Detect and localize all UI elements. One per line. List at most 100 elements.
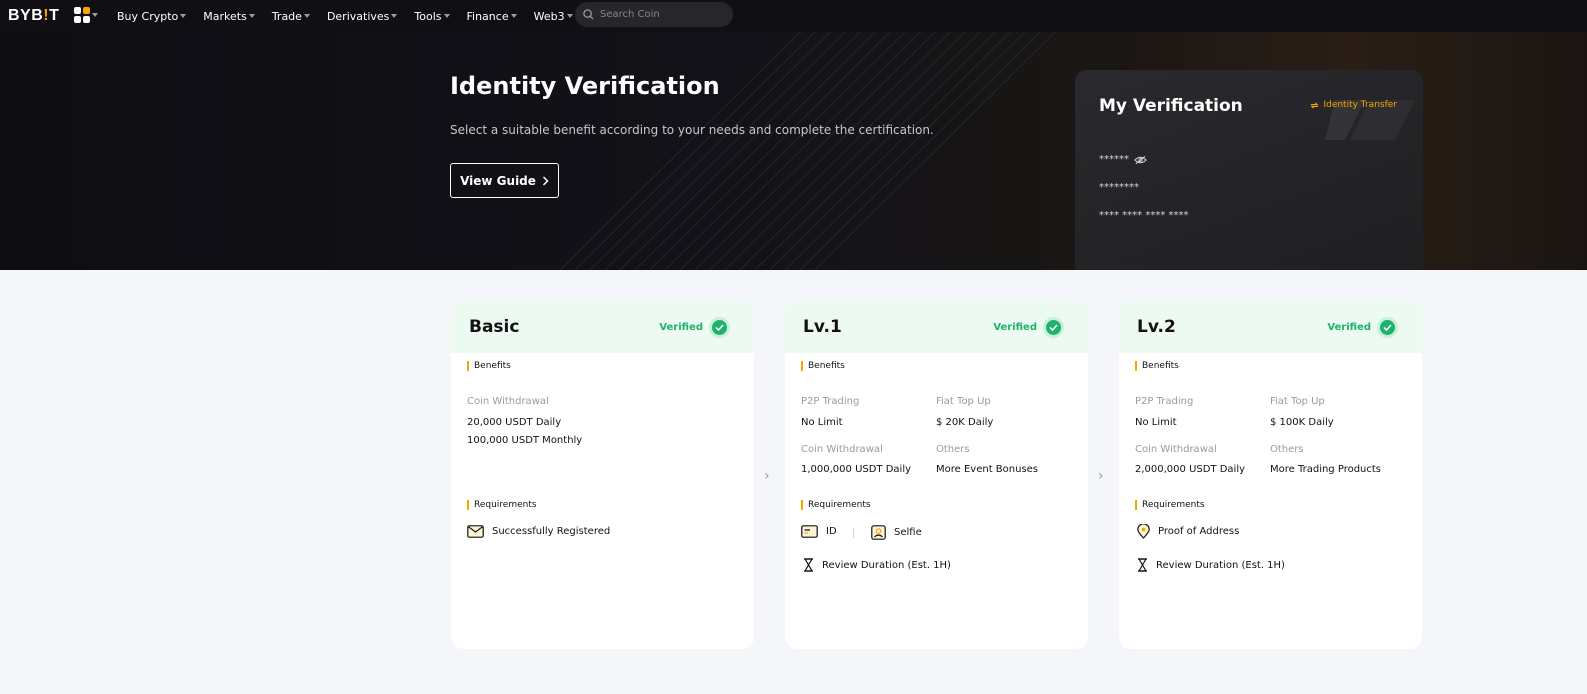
benefit-label: Coin Withdrawal	[801, 444, 883, 455]
level-card-basic: Basic Verified Benefits Coin Withdrawal …	[451, 300, 754, 649]
benefit-value: More Event Bonuses	[936, 464, 1039, 475]
nav-label: Trade	[271, 9, 302, 23]
nav-item-markets[interactable]: Markets	[203, 10, 255, 23]
identity-transfer-label: Identity Transfer	[1323, 100, 1397, 110]
nav-label: Buy Crypto	[117, 9, 179, 23]
level-name: Lv.2	[1137, 317, 1176, 337]
page-title: Identity Verification	[450, 72, 720, 100]
requirement-label: Selfie	[894, 527, 922, 538]
nav-label: Finance	[466, 9, 509, 23]
selfie-icon	[871, 525, 886, 540]
chevron-down-icon	[510, 14, 517, 18]
nav-item-tools[interactable]: Tools	[414, 9, 450, 23]
benefit-value: 100,000 USDT Monthly	[467, 435, 583, 446]
my-verification-card: My Verification Identity Transfer ******…	[1075, 70, 1423, 270]
check-icon	[1043, 317, 1064, 338]
check-icon	[709, 317, 730, 338]
level-card-lv2: Lv.2 Verified Benefits P2P Trading No Li…	[1119, 300, 1422, 649]
benefit-label: Coin Withdrawal	[467, 396, 549, 407]
mail-icon	[467, 525, 484, 538]
requirement-item: Proof of Address	[1137, 524, 1239, 539]
level-name: Lv.1	[803, 317, 842, 337]
card-watermark	[1325, 100, 1415, 140]
card-header: Lv.2 Verified	[1119, 300, 1422, 353]
level-name: Basic	[469, 317, 520, 337]
hourglass-icon	[803, 558, 814, 572]
benefit-value: No Limit	[801, 417, 843, 428]
card-header: Lv.1 Verified	[785, 300, 1088, 353]
level-card-lv1: Lv.1 Verified Benefits P2P Trading No Li…	[785, 300, 1088, 649]
benefits-label: Benefits	[1135, 361, 1179, 371]
nav-label: Derivatives	[326, 9, 390, 23]
top-navigation: BYB!T Buy Crypto Markets Trade Derivativ…	[0, 0, 1587, 32]
identity-transfer-link[interactable]: Identity Transfer	[1310, 100, 1397, 110]
eye-off-icon[interactable]	[1134, 155, 1147, 165]
page-subtitle: Select a suitable benefit according to y…	[450, 123, 934, 137]
chevron-down-icon	[303, 14, 310, 18]
benefits-label: Benefits	[467, 361, 511, 371]
requirements-label: Requirements	[801, 500, 871, 510]
logo-text-a: BYB	[8, 7, 44, 24]
apps-grid-icon	[74, 7, 90, 23]
location-pin-icon	[1137, 524, 1150, 539]
benefit-value: 20,000 USDT Daily	[467, 417, 562, 428]
benefit-value: $ 20K Daily	[936, 417, 994, 428]
benefits-label: Benefits	[801, 361, 845, 371]
verified-badge: Verified	[1327, 317, 1398, 338]
nav-item-web3[interactable]: Web3	[534, 10, 573, 23]
nav-item-finance[interactable]: Finance	[467, 10, 517, 23]
nav-menu: Buy Crypto Markets Trade Derivatives Too…	[117, 0, 590, 32]
logo-text-c: T	[49, 7, 60, 24]
view-guide-label: View Guide	[460, 173, 536, 188]
requirement-item: Successfully Registered	[467, 525, 610, 538]
chevron-right-icon	[542, 175, 549, 186]
benefit-value: $ 100K Daily	[1270, 417, 1334, 428]
swap-icon	[1310, 101, 1319, 109]
chevron-down-icon	[391, 14, 398, 18]
view-guide-button[interactable]: View Guide	[450, 163, 559, 198]
benefit-label: P2P Trading	[1135, 396, 1194, 407]
chevron-down-icon	[566, 14, 573, 18]
requirements-label: Requirements	[1135, 500, 1205, 510]
benefit-label: Fiat Top Up	[1270, 396, 1325, 407]
hero-banner: Identity Verification Select a suitable …	[0, 32, 1587, 270]
requirement-item: ID	[801, 525, 837, 538]
chevron-down-icon	[92, 13, 98, 17]
nav-label: Markets	[203, 9, 247, 23]
chevron-right-icon: ›	[764, 468, 770, 484]
review-duration: Review Duration (Est. 1H)	[1137, 558, 1285, 572]
hourglass-icon	[1137, 558, 1148, 572]
chevron-down-icon	[443, 14, 450, 18]
requirement-label: Successfully Registered	[492, 526, 611, 537]
nav-label: Tools	[414, 9, 442, 23]
chevron-down-icon	[248, 14, 255, 18]
masked-id: ********	[1099, 182, 1139, 193]
masked-name-row: ******	[1099, 154, 1147, 165]
verified-label: Verified	[993, 322, 1037, 333]
nav-label: Web3	[533, 9, 565, 23]
id-card-icon	[801, 525, 818, 538]
apps-menu-button[interactable]	[74, 7, 98, 23]
verified-label: Verified	[659, 322, 703, 333]
nav-item-trade[interactable]: Trade	[272, 10, 310, 23]
masked-document-number: **** **** **** ****	[1099, 210, 1189, 221]
benefit-value: More Trading Products	[1270, 464, 1382, 475]
requirements-label: Requirements	[467, 500, 537, 510]
requirement-item: Selfie	[871, 525, 922, 540]
search-box	[575, 2, 733, 27]
benefit-label: P2P Trading	[801, 396, 860, 407]
benefit-label: Others	[1270, 444, 1304, 455]
nav-item-buy-crypto[interactable]: Buy Crypto	[117, 9, 187, 23]
benefit-label: Fiat Top Up	[936, 396, 991, 407]
nav-item-derivatives[interactable]: Derivatives	[326, 9, 398, 23]
chevron-down-icon	[180, 14, 187, 18]
divider	[853, 528, 854, 538]
search-icon	[583, 9, 594, 20]
review-duration-label: Review Duration (Est. 1H)	[822, 559, 951, 571]
verified-label: Verified	[1327, 322, 1371, 333]
search-input[interactable]	[600, 9, 720, 20]
bybit-logo[interactable]: BYB!T	[8, 7, 59, 25]
card-header: Basic Verified	[451, 300, 754, 353]
benefit-value: No Limit	[1135, 417, 1177, 428]
review-duration: Review Duration (Est. 1H)	[803, 558, 951, 572]
